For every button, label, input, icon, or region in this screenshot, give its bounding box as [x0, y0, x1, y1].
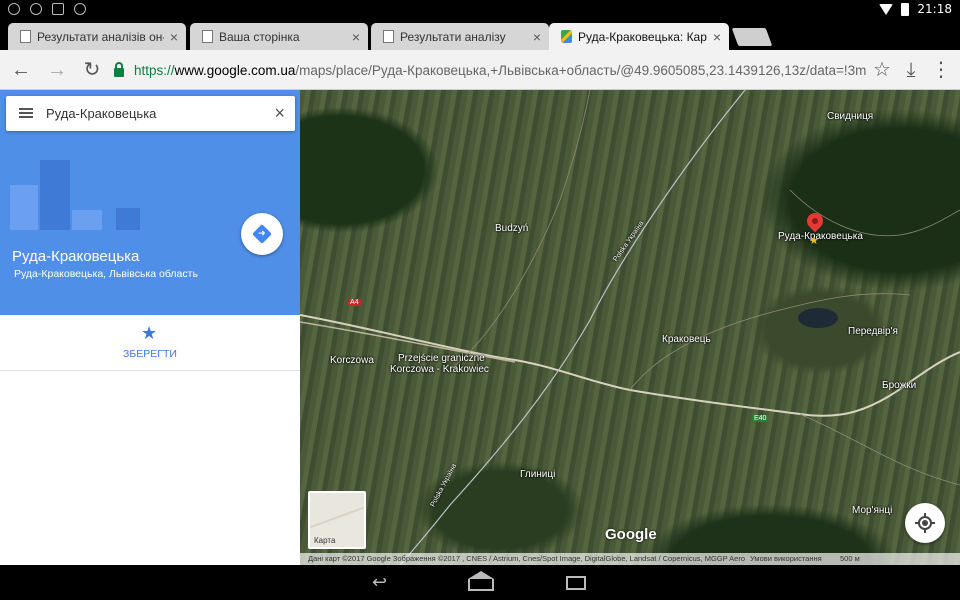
map-layer-label: Карта — [314, 536, 336, 545]
nav-back-icon[interactable]: ↩ — [372, 573, 387, 591]
attribution-text: Дані карт ©2017 Google Зображення ©2017 … — [308, 554, 746, 563]
lake — [798, 308, 838, 328]
map-label[interactable]: Korczowa - Krakowiec — [390, 364, 489, 375]
notification-icons — [8, 3, 86, 15]
map-label[interactable]: Мор'янці — [852, 505, 892, 516]
tab-results-online[interactable]: Результати аналізів он-л × — [8, 23, 186, 50]
lock-icon — [114, 61, 124, 77]
status-bar: 21:18 — [0, 0, 960, 20]
map-label[interactable]: Краковець — [662, 334, 711, 345]
place-panel: × Руда-Краковецька Руда-Краковецька, Льв… — [0, 90, 300, 565]
map-attribution: Дані карт ©2017 Google Зображення ©2017 … — [300, 553, 960, 565]
map-label[interactable]: Глиниці — [520, 469, 555, 480]
tab-label: Ваша сторінка — [219, 29, 300, 44]
save-button[interactable]: ★ ЗБЕРЕГТИ — [0, 315, 300, 371]
document-icon — [383, 30, 394, 43]
notification-icon — [8, 3, 20, 15]
system-nav-bar: ↩ — [0, 565, 960, 600]
download-icon[interactable]: ⤓ — [899, 58, 923, 82]
a4-road-badge: A4 — [348, 299, 361, 306]
address-bar[interactable]: https://www.google.com.ua/maps/place/Руд… — [110, 56, 866, 84]
search-box[interactable]: × — [6, 96, 295, 131]
google-maps-icon — [561, 30, 572, 43]
saved-star-icon: ★ — [809, 235, 819, 247]
tab-your-page[interactable]: Ваша сторінка × — [190, 23, 368, 50]
tab-close-icon[interactable]: × — [352, 29, 360, 45]
bookmark-star-icon[interactable]: ☆ — [870, 58, 894, 82]
image-icon — [52, 3, 64, 15]
hamburger-menu-icon[interactable] — [19, 108, 33, 110]
my-location-button[interactable] — [905, 503, 945, 543]
crosshair-dot — [922, 520, 928, 526]
system-icons: 21:18 — [879, 2, 952, 16]
battery-icon — [901, 2, 910, 16]
tab-google-maps[interactable]: Руда-Краковецька: Карт × — [549, 23, 729, 50]
tab-label: Результати аналізу — [400, 29, 506, 44]
tab-close-icon[interactable]: × — [713, 29, 721, 45]
terms-link[interactable]: Умови використання — [750, 553, 822, 565]
tab-close-icon[interactable]: × — [170, 29, 178, 45]
shield-icon — [30, 3, 42, 15]
new-tab-button[interactable] — [731, 28, 773, 46]
map-label[interactable]: Przejście graniczne — [398, 353, 485, 364]
browser-toolbar: ← → ↻ https://www.google.com.ua/maps/pla… — [0, 50, 960, 90]
save-label: ЗБЕРЕГТИ — [123, 348, 177, 360]
map-layer-toggle[interactable]: Карта — [308, 491, 366, 549]
tab-label: Руда-Краковецька: Карт — [578, 29, 707, 44]
map-label[interactable]: Брожки — [882, 380, 916, 391]
back-button[interactable]: ← — [9, 58, 33, 82]
place-hero: × Руда-Краковецька Руда-Краковецька, Льв… — [0, 90, 300, 315]
place-address: Руда-Краковецька, Львівська область — [14, 268, 198, 280]
tab-label: Результати аналізів он-л — [37, 29, 164, 44]
google-logo: Google — [605, 526, 657, 543]
place-title: Руда-Краковецька — [12, 248, 140, 265]
tab-analysis-results[interactable]: Результати аналізу × — [371, 23, 549, 50]
tab-close-icon[interactable]: × — [533, 29, 541, 45]
directions-arrow-icon: ➜ — [258, 228, 266, 238]
map-label[interactable]: Budzyń — [495, 223, 528, 234]
search-input[interactable] — [46, 103, 256, 123]
page-favicon-icon — [20, 30, 31, 43]
close-icon[interactable]: × — [274, 103, 285, 123]
nav-recents-icon[interactable] — [566, 576, 586, 590]
tab-strip: Результати аналізів он-л × Ваша сторінка… — [0, 20, 960, 50]
map-label[interactable]: Korczowa — [330, 355, 374, 366]
local-road — [799, 413, 960, 486]
map-label[interactable]: Передвір'я — [848, 326, 898, 337]
scale-bar: 500 м — [840, 554, 860, 563]
star-icon: ★ — [141, 323, 158, 343]
reload-button[interactable]: ↻ — [80, 58, 104, 82]
map-label[interactable]: Руда-Краковецька — [778, 231, 863, 242]
clock: 21:18 — [917, 2, 952, 16]
forward-button[interactable]: → — [45, 58, 69, 82]
e40-road-badge: E40 — [752, 415, 769, 422]
directions-button[interactable]: ➜ — [241, 213, 283, 255]
menu-icon[interactable]: ⋮ — [929, 58, 953, 82]
search-icon — [74, 3, 86, 15]
url-text: https://www.google.com.ua/maps/place/Руд… — [134, 62, 866, 78]
map-label[interactable]: Свидниця — [827, 111, 873, 122]
wifi-icon — [879, 3, 894, 15]
satellite-map[interactable]: Свидниця Руда-Краковецька Budzyń Кракове… — [300, 90, 960, 565]
nav-home-icon[interactable] — [468, 571, 494, 591]
document-icon — [202, 30, 213, 43]
